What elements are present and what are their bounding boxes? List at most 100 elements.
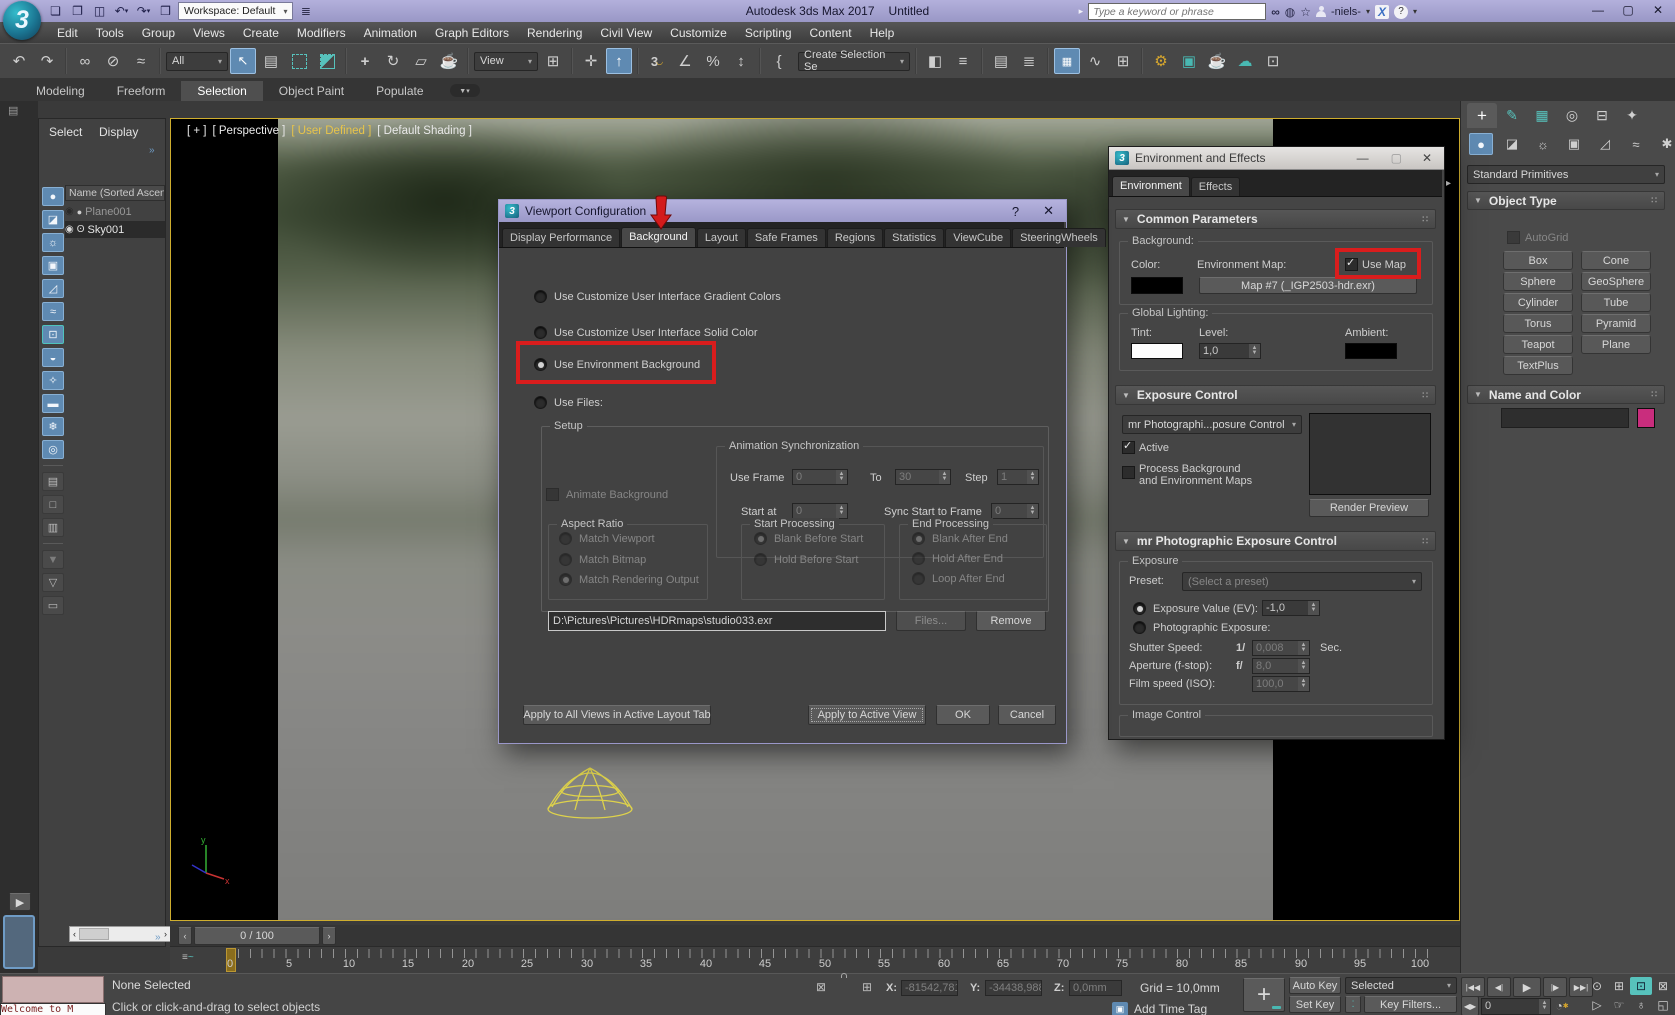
primitives-category-dropdown[interactable]: Standard Primitives ▾ <box>1467 165 1665 184</box>
select-link-icon[interactable]: ∞ <box>72 48 98 74</box>
workspace-dropdown[interactable]: Workspace: Default ▾ <box>178 2 294 20</box>
create-teapot-button[interactable]: Teapot <box>1503 335 1573 354</box>
zoom-extents-all-icon[interactable]: ⊠ <box>1652 977 1674 995</box>
window-crossing-toggle-icon[interactable] <box>314 48 340 74</box>
files-button[interactable]: Files... <box>896 611 966 631</box>
percent-snap-toggle-icon[interactable]: % <box>700 48 726 74</box>
username[interactable]: -niels- <box>1331 6 1361 18</box>
menu-modifiers[interactable]: Modifiers <box>288 26 355 40</box>
category-shapes-icon[interactable]: ◪ <box>1500 133 1524 155</box>
create-geosphere-button[interactable]: GeoSphere <box>1581 272 1651 291</box>
use-map-checkbox[interactable] <box>1345 256 1358 271</box>
close-icon[interactable]: ✕ <box>1416 151 1438 165</box>
category-spacewarps-icon[interactable]: ≈ <box>1624 133 1648 155</box>
time-tag-cube-icon[interactable]: ▣ <box>1112 1002 1128 1015</box>
project-folder-icon[interactable]: ❒ <box>156 3 175 20</box>
isolate-selection-icon[interactable]: ⊠ <box>816 980 826 994</box>
tab-hierarchy-icon[interactable]: ▦ <box>1527 103 1557 128</box>
mirror-icon[interactable]: ◧ <box>922 48 948 74</box>
rollout-name-and-color[interactable]: ▼ Name and Color ∷ <box>1467 385 1665 404</box>
category-systems-icon[interactable]: ✱ <box>1655 133 1675 155</box>
menu-views[interactable]: Views <box>184 26 234 40</box>
minimize-icon[interactable]: — <box>1349 151 1377 165</box>
zoom-icon[interactable]: ⊙ <box>1586 977 1608 995</box>
select-and-move-icon[interactable]: + <box>352 48 378 74</box>
tab-create-icon[interactable]: + <box>1467 103 1497 128</box>
menu-tools[interactable]: Tools <box>87 26 133 40</box>
background-file-path-field[interactable]: D:\Pictures\Pictures\HDRmaps\studio033.e… <box>548 611 886 631</box>
radio-row[interactable]: Use Environment Background <box>534 358 700 371</box>
key-selection-dropdown[interactable]: Selected ▾ <box>1345 977 1457 994</box>
orbit-icon[interactable]: ♁ <box>1630 996 1652 1014</box>
tab-environment[interactable]: Environment <box>1112 176 1190 196</box>
radio-row[interactable]: Match Bitmap <box>559 553 646 566</box>
animate-background-checkbox[interactable] <box>546 488 559 501</box>
undo-icon[interactable]: ↶ <box>6 48 32 74</box>
radio-loop-after-end[interactable] <box>912 572 925 585</box>
filter-settings-icon[interactable]: ▼ <box>42 550 64 569</box>
maximize-button[interactable]: ▢ <box>1613 0 1643 20</box>
to-spinner[interactable]: 30 ▲ ▼ <box>895 469 951 485</box>
spinner-snap-toggle-icon[interactable]: ↕ <box>728 48 754 74</box>
tab-modify-icon[interactable]: ✎ <box>1497 103 1527 128</box>
set-key-button[interactable]: Set Key <box>1289 996 1341 1013</box>
use-pivot-center-icon[interactable]: ⊞ <box>540 48 566 74</box>
close-button[interactable]: ✕ <box>1643 0 1673 20</box>
time-configuration-icon[interactable]: ◔ ✱ <box>1553 997 1571 1015</box>
ambient-color-swatch[interactable] <box>1345 343 1397 359</box>
create-tube-button[interactable]: Tube <box>1581 293 1651 312</box>
render-production-icon[interactable]: ☕ <box>1204 48 1230 74</box>
named-selection-dropdown[interactable]: Create Selection Se ▾ <box>798 49 910 73</box>
aperture-spinner[interactable]: 8,0 ▲ ▼ <box>1252 658 1310 674</box>
z-coordinate-field[interactable]: 0,0mm <box>1069 980 1122 996</box>
animate-background-row[interactable]: Animate Background <box>546 488 668 501</box>
filter-geometry-icon[interactable]: ● <box>42 187 64 206</box>
scene-explorer-select-menu[interactable]: Select <box>49 125 82 139</box>
chevron-down-icon[interactable]: ▾ <box>1413 7 1417 16</box>
active-checkbox[interactable] <box>1122 439 1135 454</box>
radio-use-files[interactable] <box>534 396 547 409</box>
menu-animation[interactable]: Animation <box>355 26 426 40</box>
filter-frozen-icon[interactable]: ▬ <box>42 394 64 413</box>
radio-row[interactable]: Use Customize User Interface Gradient Co… <box>534 290 781 303</box>
reference-coordinate-dropdown[interactable]: View ▾ <box>474 51 538 71</box>
select-and-manipulate-icon[interactable]: ✛ <box>578 48 604 74</box>
list-item[interactable]: ◉ ● Plane001 <box>65 203 165 220</box>
app-logo-icon[interactable]: 3 <box>3 1 41 40</box>
workspace-box-icon[interactable]: ▭ <box>42 596 64 615</box>
search-input[interactable] <box>1088 3 1267 20</box>
dialog-title-bar[interactable]: 3 Viewport Configuration ? ✕ <box>499 200 1066 222</box>
tab-statistics[interactable]: Statistics <box>884 228 945 247</box>
exchange-apps-icon[interactable]: X <box>1374 4 1389 19</box>
search-flyout-icon[interactable]: ▸ <box>1079 6 1084 17</box>
radio-blank-before-start[interactable] <box>754 532 767 545</box>
y-coordinate-field[interactable]: -34438,988 <box>985 980 1042 996</box>
select-object-icon[interactable]: ↖ <box>230 48 256 74</box>
viewport-user-defined-menu[interactable]: [ User Defined ] <box>291 125 371 137</box>
apply-all-views-button[interactable]: Apply to All Views in Active Layout Tab <box>523 705 711 725</box>
previous-frame-button[interactable]: ‹ <box>178 927 192 945</box>
tab-display-icon[interactable]: ⊟ <box>1587 103 1617 128</box>
overflow-chevron-icon[interactable]: » <box>155 932 161 943</box>
menu-graph-editors[interactable]: Graph Editors <box>426 26 518 40</box>
scrollbar-thumb[interactable] <box>79 928 109 940</box>
angle-snap-toggle-icon[interactable]: ∠ <box>672 48 698 74</box>
viewport-shading-menu[interactable]: [ Default Shading ] <box>377 125 472 137</box>
curve-editor-icon[interactable]: ∿ <box>1082 48 1108 74</box>
tab-steeringwheels[interactable]: SteeringWheels <box>1012 228 1106 247</box>
ribbon-tab-selection[interactable]: Selection <box>181 81 263 101</box>
filter-containers-icon[interactable]: ◒ <box>42 348 64 367</box>
unlink-selection-icon[interactable]: ⊘ <box>100 48 126 74</box>
layout-tabs-icon[interactable]: ▤ <box>8 104 18 117</box>
ribbon-tab-freeform[interactable]: Freeform <box>101 81 182 101</box>
create-sphere-button[interactable]: Sphere <box>1503 272 1573 291</box>
maximize-viewport-toggle-icon[interactable]: ◱ <box>1652 996 1674 1014</box>
radio-match-rendering-output[interactable] <box>559 573 572 586</box>
render-in-cloud-icon[interactable]: ☁ <box>1232 48 1258 74</box>
use-map-row[interactable]: Use Map <box>1345 256 1406 271</box>
field-of-view-icon[interactable]: ▷ <box>1586 996 1608 1014</box>
create-cylinder-button[interactable]: Cylinder <box>1503 293 1573 312</box>
visible-eye-icon[interactable]: ◉ <box>65 224 74 235</box>
radio-match-viewport[interactable] <box>559 532 572 545</box>
create-cone-button[interactable]: Cone <box>1581 251 1651 270</box>
